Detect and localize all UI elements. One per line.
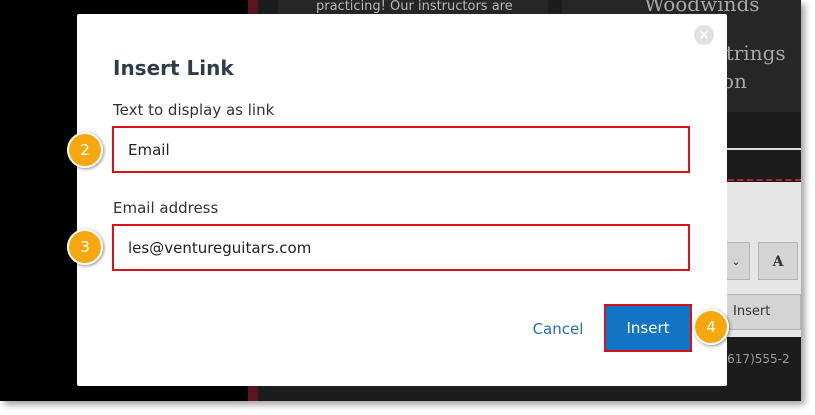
email-address-label: Email address [113, 199, 219, 217]
callout-step-4: 4 [693, 309, 729, 345]
dialog-title: Insert Link [113, 56, 234, 80]
background-toolbar-font-button: A [758, 242, 798, 280]
insert-button[interactable]: Insert [604, 304, 692, 352]
insert-link-dialog: × Insert Link Text to display as link Em… [77, 14, 727, 386]
text-to-display-label: Text to display as link [113, 101, 275, 119]
callout-step-3: 3 [67, 229, 103, 265]
email-address-input[interactable] [112, 224, 690, 271]
cancel-button[interactable]: Cancel [523, 316, 593, 342]
background-dashed-rule [718, 179, 801, 181]
close-icon[interactable]: × [694, 25, 714, 45]
screenshot-frame: practicing! Our instructors are Woodwind… [0, 0, 801, 401]
text-to-display-input[interactable] [112, 126, 690, 173]
callout-step-2: 2 [67, 132, 103, 168]
